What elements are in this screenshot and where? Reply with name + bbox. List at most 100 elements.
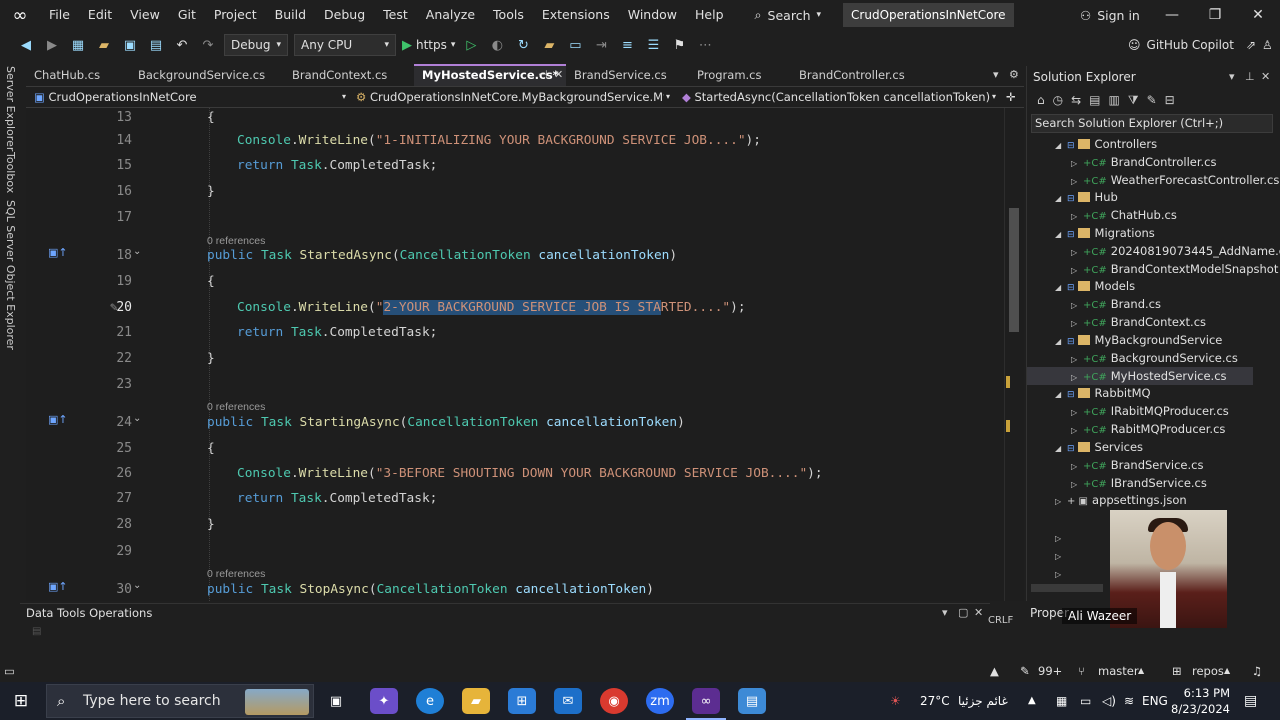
weather-description[interactable]: غائم جزئيا <box>958 682 1008 720</box>
new-item-icon[interactable]: ▦ <box>68 35 88 55</box>
tree-folder-models[interactable]: ◢ ⊟ Models <box>1055 277 1135 295</box>
tree-file[interactable]: ▷ +C# BrandController.cs <box>1071 153 1217 171</box>
menu-window[interactable]: Window <box>619 0 686 30</box>
uncomment-icon[interactable]: ☰ <box>643 35 663 55</box>
implements-glyph-icon[interactable]: ▣↑ <box>48 413 68 426</box>
tree-folder-services[interactable]: ◢ ⊟ Services <box>1055 438 1143 456</box>
tree-folder-rabbitmq[interactable]: ◢ ⊟ RabbitMQ <box>1055 384 1151 402</box>
tab-program[interactable]: Program.cs <box>689 64 791 86</box>
file-explorer-icon[interactable]: ▰ <box>462 688 490 714</box>
save-all-icon[interactable]: ▤ <box>146 35 166 55</box>
tab-brandcontroller[interactable]: BrandController.cs <box>791 64 941 86</box>
scrollbar-thumb[interactable] <box>1009 208 1019 332</box>
back-icon[interactable]: ◀ <box>16 35 36 55</box>
tab-brandcontext[interactable]: BrandContext.cs <box>284 64 414 86</box>
close-tab-icon[interactable]: ✕ <box>554 64 563 86</box>
redo-icon[interactable]: ↷ <box>198 35 218 55</box>
tree-file[interactable]: ▷ +C# IBrandService.cs <box>1071 474 1207 492</box>
notification-center-icon[interactable]: ▤ <box>1244 682 1257 720</box>
codelens-references[interactable]: 0 references <box>207 401 265 413</box>
tree-file[interactable]: ▷ +C# BrandService.cs <box>1071 456 1203 474</box>
line-ending-indicator[interactable]: CRLF <box>988 615 1013 626</box>
panel-options-icon[interactable]: ▾ <box>942 606 948 619</box>
menu-file[interactable]: File <box>40 0 79 30</box>
tree-file[interactable]: ▷ +C# BrandContextModelSnapshot <box>1071 260 1278 278</box>
tree-file[interactable]: ▷ +C# IRabitMQProducer.cs <box>1071 402 1229 420</box>
arrow-up-icon[interactable]: ▲ <box>990 660 999 682</box>
menu-test[interactable]: Test <box>374 0 417 30</box>
system-clock[interactable]: 6:13 PM 8/23/2024 <box>1162 685 1230 717</box>
menu-project[interactable]: Project <box>205 0 266 30</box>
output-icon[interactable]: ▭ <box>4 660 15 682</box>
git-branch[interactable]: master <box>1098 660 1139 682</box>
panel-options-icon[interactable]: ▾ <box>1229 70 1235 83</box>
weather-temperature[interactable]: 27°C <box>920 682 950 720</box>
panel-toolbar-icon[interactable]: ▤ <box>32 626 41 637</box>
copilot-app-icon[interactable]: ✦ <box>370 688 398 714</box>
implements-glyph-icon[interactable]: ▣↑ <box>48 580 68 593</box>
properties-wrench-icon[interactable]: ✎ <box>1147 93 1157 107</box>
zoom-app-icon[interactable]: zm <box>646 688 674 714</box>
server-explorer-tab[interactable]: Server Explorer <box>4 66 17 151</box>
tab-backgroundservice[interactable]: BackgroundService.cs <box>130 64 284 86</box>
solution-search-input[interactable]: Search Solution Explorer (Ctrl+;) <box>1031 114 1273 133</box>
configuration-select[interactable]: Debug ▾ <box>224 34 288 56</box>
volume-icon[interactable]: ◁) <box>1102 682 1116 720</box>
close-panel-icon[interactable]: ✕ <box>1261 70 1270 83</box>
toolbox-tab[interactable]: Toolbox <box>4 152 17 193</box>
undo-icon[interactable]: ↶ <box>172 35 192 55</box>
mail-icon[interactable]: ✉ <box>554 688 582 714</box>
code-editor[interactable]: 13 { 14 Console.WriteLine("1-INITIALIZIN… <box>26 108 1004 601</box>
menu-help[interactable]: Help <box>686 0 733 30</box>
notepad-app-icon[interactable]: ▤ <box>738 688 766 714</box>
show-all-files-icon[interactable]: ▥ <box>1109 93 1120 107</box>
collapse-chevron-icon[interactable]: ⌄ <box>133 580 141 591</box>
type-dropdown[interactable]: ⚙ CrudOperationsInNetCore.MyBackgroundSe… <box>356 87 664 107</box>
show-hidden-icons-icon[interactable]: ▲ <box>1028 682 1036 720</box>
menu-debug[interactable]: Debug <box>315 0 374 30</box>
tree-collapsed-node[interactable]: ▷ <box>1055 546 1067 564</box>
bell-icon[interactable]: ♫ <box>1252 660 1262 682</box>
tree-file-selected[interactable]: ▷ +C# MyHostedService.cs <box>1027 367 1253 385</box>
network-icon[interactable]: ▦ <box>1056 682 1067 720</box>
solution-name-badge[interactable]: CrudOperationsInNetCore <box>843 3 1014 27</box>
notifications-count[interactable]: 99+ <box>1038 660 1062 682</box>
menu-analyze[interactable]: Analyze <box>417 0 484 30</box>
tree-file[interactable]: ▷ +C# RabitMQProducer.cs <box>1071 420 1225 438</box>
menu-view[interactable]: View <box>121 0 169 30</box>
sql-server-object-explorer-tab[interactable]: SQL Server Object Explorer <box>4 200 17 350</box>
horizontal-scrollbar[interactable] <box>1031 584 1103 592</box>
filter-icon[interactable]: ⧩ <box>1128 93 1139 108</box>
history-icon[interactable]: ◷ <box>1053 93 1063 107</box>
tree-folder-hub[interactable]: ◢ ⊟ Hub <box>1055 188 1118 206</box>
collapse-chevron-icon[interactable]: ⌄ <box>133 246 141 257</box>
pin-icon[interactable]: ⊥ <box>1245 70 1255 83</box>
tree-folder-controllers[interactable]: ◢ ⊟ Controllers <box>1055 135 1157 153</box>
tree-folder-migrations[interactable]: ◢ ⊟ Migrations <box>1055 224 1155 242</box>
visual-studio-logo-icon[interactable]: ∞ <box>0 0 40 30</box>
comment-icon[interactable]: ≡ <box>617 35 637 55</box>
start-debugging-button[interactable]: ▶ https ▾ <box>402 38 455 53</box>
split-editor-icon[interactable]: ✛ <box>1006 87 1016 107</box>
attach-icon[interactable]: ◐ <box>487 35 507 55</box>
tree-file[interactable]: ▷ +C# BackgroundService.cs <box>1071 349 1238 367</box>
home-icon[interactable]: ⌂ <box>1037 93 1045 107</box>
tree-file[interactable]: ▷ +C# ChatHub.cs <box>1071 206 1177 224</box>
task-view-icon[interactable]: ▣ <box>322 688 350 714</box>
global-search[interactable]: ⌕ Search ▾ <box>747 7 830 23</box>
forward-icon[interactable]: ▶ <box>42 35 62 55</box>
start-without-debugging-icon[interactable]: ▷ <box>461 35 481 55</box>
tab-list-dropdown-icon[interactable]: ▾ <box>993 64 999 86</box>
tree-collapsed-node[interactable]: ▷ <box>1055 528 1067 546</box>
restore-icon[interactable]: ❐ <box>1193 0 1237 30</box>
close-window-icon[interactable]: ✕ <box>1236 0 1280 30</box>
collapse-all-icon[interactable]: ▤ <box>1089 93 1100 107</box>
preview-icon[interactable]: ⊟ <box>1165 93 1175 107</box>
open-folder-icon[interactable]: ▰ <box>94 35 114 55</box>
battery-icon[interactable]: ▭ <box>1080 682 1091 720</box>
github-copilot-button[interactable]: ☺ GitHub Copilot ⇗ ♙ <box>1128 30 1273 60</box>
close-panel-icon[interactable]: ✕ <box>974 606 983 619</box>
minimize-icon[interactable]: — <box>1150 0 1194 30</box>
sync-icon[interactable]: ⇆ <box>1071 93 1081 107</box>
member-dropdown[interactable]: ◆ StartedAsync(CancellationToken cancell… <box>682 87 992 107</box>
